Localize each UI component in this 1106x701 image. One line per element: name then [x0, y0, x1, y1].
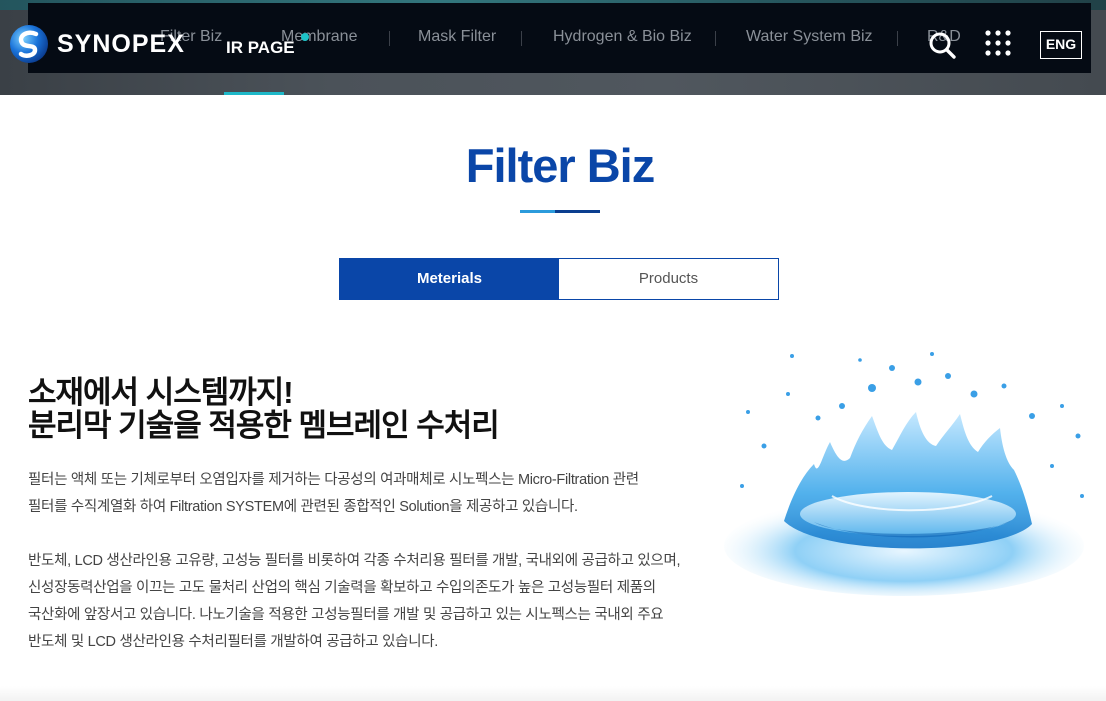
nav-divider: [521, 31, 522, 46]
tab-materials[interactable]: Meterials: [340, 259, 559, 299]
paragraph-line: 필터는 액체 또는 기체로부터 오염입자를 제거하는 다공성의 여과매체로 시노…: [28, 472, 639, 488]
search-icon: [929, 32, 956, 59]
nav-divider: [897, 31, 898, 46]
nav-divider: [389, 31, 390, 46]
nav-item-water-system-biz[interactable]: Water System Biz: [746, 28, 873, 46]
page-title: Filter Biz: [465, 139, 655, 192]
language-button[interactable]: ENG: [1040, 31, 1082, 59]
nav-divider: [715, 31, 716, 46]
paragraph-line: 반도체, LCD 생산라인용 고유량, 고성능 필터를 비롯하여 각종 수처리용…: [28, 553, 681, 569]
ir-page-link[interactable]: IR PAGE: [226, 38, 295, 58]
synopex-logo[interactable]: SYNOPEX: [9, 24, 185, 64]
synopex-logo-icon: [10, 25, 48, 63]
paragraph-line: 국산화에 앞장서고 있습니다. 나노기술을 적용한 고성능필터를 개발 및 공급…: [28, 607, 664, 623]
headline-line: 분리막 기술을 적용한 멤브레인 수처리: [28, 408, 500, 443]
brand-name: SYNOPEX: [57, 30, 185, 58]
section-headline: 소재에서 시스템까지! 분리막 기술을 적용한 멤브레인 수처리: [28, 376, 668, 442]
paragraph-line: 신성장동력산업을 이끄는 고도 물처리 산업의 핵심 기술력을 확보하고 수입의…: [28, 580, 656, 596]
content-tabs: Meterials Products: [339, 258, 779, 300]
grid-menu-icon: [985, 30, 1011, 56]
title-underline: [520, 210, 600, 213]
paragraph-line: 필터를 수직계열화 하여 Filtration SYSTEM에 관련된 종합적인…: [28, 499, 578, 515]
paragraph-line: 반도체 및 LCD 생산라인용 수처리필터를 개발하여 공급하고 있습니다.: [28, 634, 439, 650]
nav-item-mask-filter[interactable]: Mask Filter: [418, 28, 496, 46]
headline-line: 소재에서 시스템까지!: [28, 375, 294, 410]
site-menu-button[interactable]: [985, 30, 1011, 56]
detail-paragraph: 반도체, LCD 생산라인용 고유량, 고성능 필터를 비롯하여 각종 수처리용…: [28, 548, 708, 656]
search-button[interactable]: [927, 30, 957, 60]
nav-active-dot: [301, 33, 309, 41]
tab-products[interactable]: Products: [559, 259, 778, 299]
section-divider-shadow: [0, 686, 1106, 701]
nav-active-underline: [224, 92, 284, 95]
water-splash-image: [724, 352, 1084, 596]
intro-paragraph: 필터는 액체 또는 기체로부터 오염입자를 제거하는 다공성의 여과매체로 시노…: [28, 467, 708, 521]
nav-item-hydrogen-bio-biz[interactable]: Hydrogen & Bio Biz: [553, 28, 692, 46]
